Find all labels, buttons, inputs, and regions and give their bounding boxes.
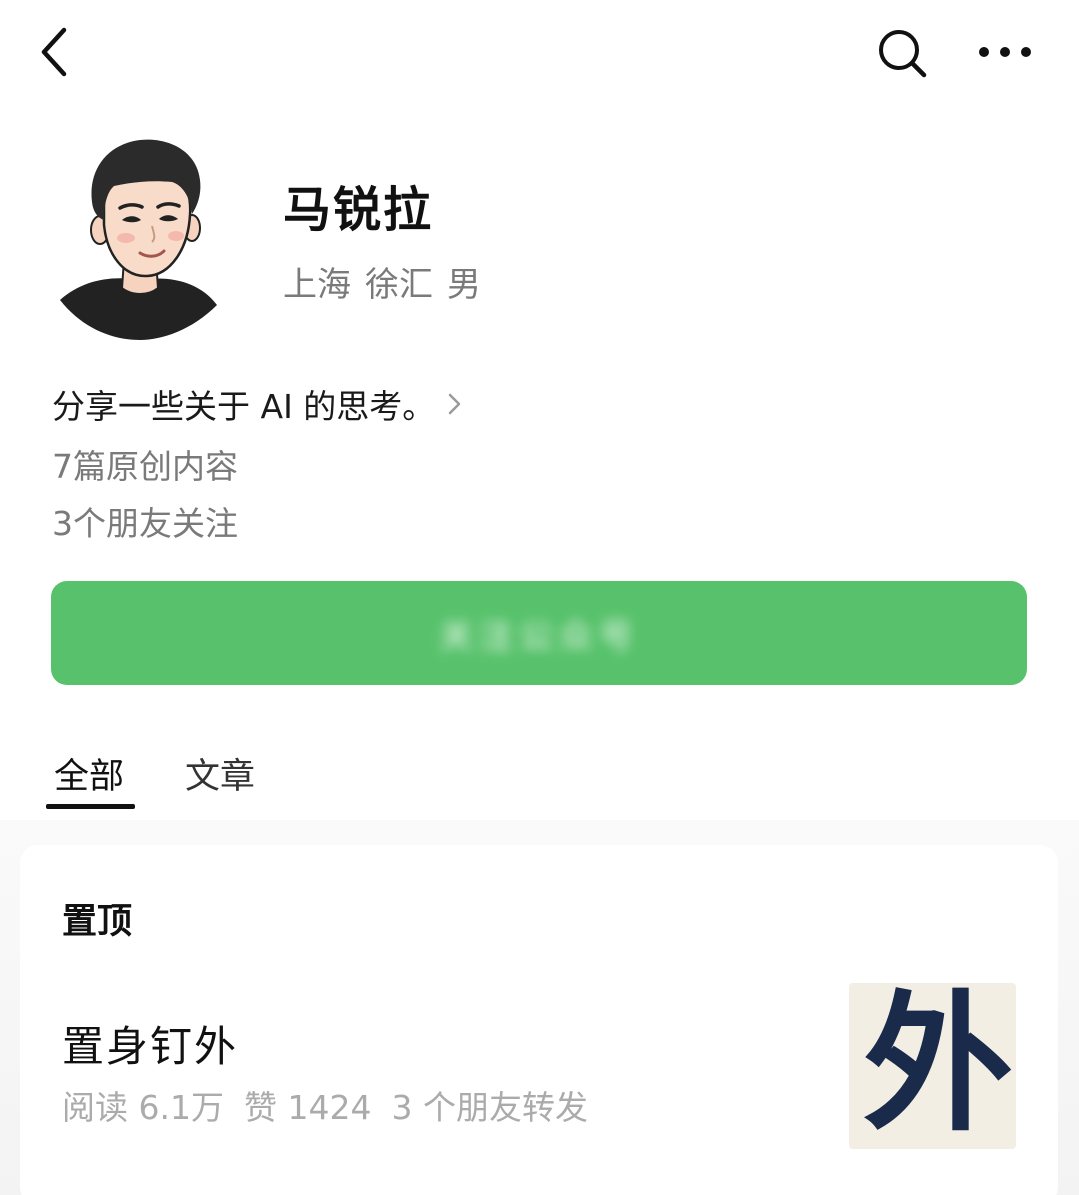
pinned-article[interactable]: 置身钉外 阅读 6.1万赞 1424 3 个朋友转发 外 xyxy=(20,965,1058,1165)
follow-button[interactable]: 关注公众号 xyxy=(51,581,1027,685)
article-shares: 3 个朋友转发 xyxy=(391,1088,588,1127)
chevron-left-icon xyxy=(41,27,67,77)
friends-following-count[interactable]: 3个朋友关注 xyxy=(52,497,238,545)
active-tab-indicator xyxy=(46,804,135,809)
more-button[interactable] xyxy=(972,26,1036,78)
more-dots-icon xyxy=(979,47,1031,57)
content-tabs: 全部 文章 xyxy=(46,740,446,812)
article-title: 置身钉外 xyxy=(62,1022,239,1071)
pinned-card: 置顶 置身钉外 阅读 6.1万赞 1424 3 个朋友转发 外 xyxy=(20,845,1058,1195)
profile-page: 马锐拉 上海 徐汇男 分享一些关于 AI 的思考。 7篇原创内容 3个朋友关注 关… xyxy=(0,0,1079,1195)
profile-name: 马锐拉 xyxy=(283,182,434,238)
pinned-section-title: 置顶 xyxy=(62,902,133,942)
avatar[interactable] xyxy=(52,130,227,342)
article-thumbnail: 外 xyxy=(849,983,1016,1149)
article-reads: 阅读 6.1万 xyxy=(62,1088,224,1127)
profile-bio: 分享一些关于 AI 的思考。 xyxy=(52,387,436,426)
location-district: 徐汇 xyxy=(365,265,433,305)
search-icon xyxy=(879,30,927,78)
back-button[interactable] xyxy=(34,24,80,82)
article-likes: 赞 1424 xyxy=(243,1088,372,1127)
chevron-right-icon xyxy=(449,393,461,415)
thumbnail-text: 外 xyxy=(863,983,1014,1149)
search-button[interactable] xyxy=(872,24,932,84)
follow-button-label: 关注公众号 xyxy=(439,616,639,657)
bio-row[interactable]: 分享一些关于 AI 的思考。 xyxy=(52,380,465,428)
tab-all[interactable]: 全部 xyxy=(54,748,124,799)
top-bar xyxy=(0,0,1079,110)
cartoon-avatar-icon xyxy=(60,139,217,340)
location-city: 上海 xyxy=(283,265,351,305)
article-meta: 阅读 6.1万赞 1424 3 个朋友转发 xyxy=(62,1081,608,1129)
profile-gender: 男 xyxy=(447,265,481,305)
profile-location: 上海 徐汇男 xyxy=(283,257,495,306)
tab-articles[interactable]: 文章 xyxy=(185,748,255,799)
original-articles-count[interactable]: 7篇原创内容 xyxy=(52,440,238,488)
